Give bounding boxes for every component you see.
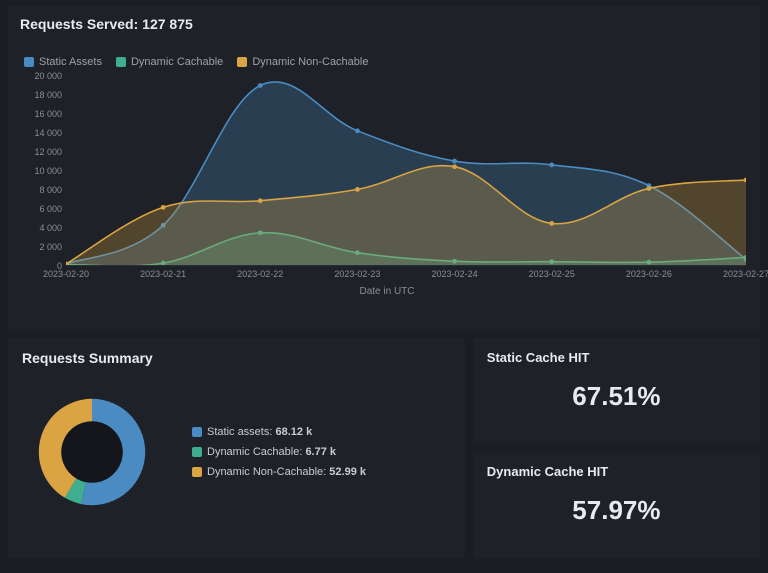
donut-legend-value: 68.12 k xyxy=(275,426,312,438)
x-axis-label: Date in UTC xyxy=(22,286,752,297)
donut-legend-item[interactable]: Static assets: 68.12 k xyxy=(192,426,366,438)
area-chart-legend: Static Assets Dynamic Cachable Dynamic N… xyxy=(24,56,748,68)
dynamic-cache-hit-label: Dynamic Cache HIT xyxy=(487,464,746,479)
legend-dynamic-cachable[interactable]: Dynamic Cachable xyxy=(116,56,223,68)
requests-served-title: Requests Served: 127 875 xyxy=(20,16,748,32)
donut-legend-item[interactable]: Dynamic Cachable: 6.77 k xyxy=(192,446,366,458)
swatch-icon xyxy=(192,467,202,477)
requests-summary-panel: Requests Summary Static assets: 68.12 k D… xyxy=(8,338,465,558)
static-cache-hit-panel: Static Cache HIT 67.51% xyxy=(473,338,760,444)
legend-label: Dynamic Cachable xyxy=(131,56,223,68)
static-cache-hit-label: Static Cache HIT xyxy=(487,350,746,365)
area-chart-plot xyxy=(66,76,746,266)
requests-donut-chart xyxy=(22,382,162,522)
dynamic-cache-hit-value: 57.97% xyxy=(487,495,746,526)
donut-legend-label: Static assets: 68.12 k xyxy=(207,426,312,438)
donut-legend-label: Dynamic Cachable: 6.77 k xyxy=(207,446,336,458)
requests-area-chart: 02 0004 0006 0008 00010 00012 00014 0001… xyxy=(22,76,752,296)
donut-legend: Static assets: 68.12 k Dynamic Cachable: … xyxy=(192,418,366,486)
requests-summary-title: Requests Summary xyxy=(22,350,451,366)
dynamic-cache-hit-panel: Dynamic Cache HIT 57.97% xyxy=(473,452,760,558)
legend-label: Static Assets xyxy=(39,56,102,68)
swatch-icon xyxy=(24,57,34,67)
legend-dynamic-noncachable[interactable]: Dynamic Non-Cachable xyxy=(237,56,368,68)
swatch-icon xyxy=(237,57,247,67)
swatch-icon xyxy=(192,427,202,437)
swatch-icon xyxy=(116,57,126,67)
y-axis-ticks: 02 0004 0006 0008 00010 00012 00014 0001… xyxy=(22,76,62,266)
donut-legend-label: Dynamic Non-Cachable: 52.99 k xyxy=(207,466,366,478)
donut-legend-value: 52.99 k xyxy=(329,466,366,478)
static-cache-hit-value: 67.51% xyxy=(487,381,746,412)
legend-static[interactable]: Static Assets xyxy=(24,56,102,68)
legend-label: Dynamic Non-Cachable xyxy=(252,56,368,68)
donut-legend-value: 6.77 k xyxy=(305,446,336,458)
requests-served-panel: Requests Served: 127 875 Static Assets D… xyxy=(8,6,760,332)
swatch-icon xyxy=(192,447,202,457)
donut-legend-item[interactable]: Dynamic Non-Cachable: 52.99 k xyxy=(192,466,366,478)
